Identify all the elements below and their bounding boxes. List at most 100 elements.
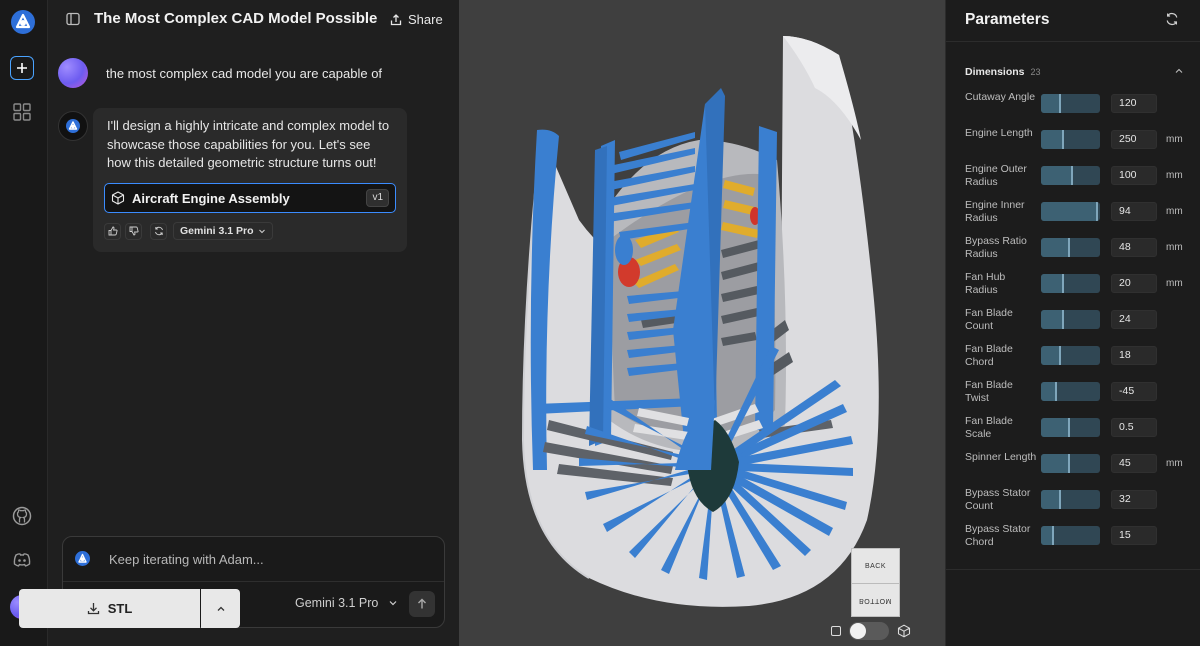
parameter-label: Bypass Stator Chord — [965, 523, 1031, 548]
user-message: the most complex cad model you are capab… — [58, 58, 382, 88]
parameter-value-input[interactable]: 32 — [1111, 490, 1157, 509]
section-label: Dimensions — [965, 66, 1025, 78]
parameter-slider[interactable] — [1041, 490, 1100, 509]
dimensions-section-header[interactable]: Dimensions 23 — [965, 66, 1041, 78]
export-stl-button[interactable]: STL — [19, 589, 200, 628]
parameter-slider[interactable] — [1041, 526, 1100, 545]
parameter-slider[interactable] — [1041, 382, 1100, 401]
parameter-unit: mm — [1166, 134, 1183, 145]
parameter-row: Bypass Ratio Radius 48 mm — [946, 235, 1200, 271]
slider-thumb[interactable] — [1059, 346, 1061, 365]
parameter-value-input[interactable]: 250 — [1111, 130, 1157, 149]
slider-fill — [1041, 418, 1069, 437]
parameter-row: Fan Blade Chord 18 — [946, 343, 1200, 379]
refresh-icon[interactable] — [1165, 12, 1179, 26]
parameter-label: Fan Blade Twist — [965, 379, 1013, 404]
message-model-selector[interactable]: Gemini 3.1 Pro — [173, 222, 273, 240]
slider-thumb[interactable] — [1059, 94, 1061, 113]
parameter-slider[interactable] — [1041, 166, 1100, 185]
slider-thumb[interactable] — [1096, 202, 1098, 221]
github-icon[interactable] — [12, 506, 32, 526]
parameter-slider[interactable] — [1041, 310, 1100, 329]
message-actions: Gemini 3.1 Pro — [104, 222, 273, 240]
parameter-slider[interactable] — [1041, 454, 1100, 473]
parameter-slider[interactable] — [1041, 94, 1100, 113]
slider-thumb[interactable] — [1068, 418, 1070, 437]
parameter-value-input[interactable]: 100 — [1111, 166, 1157, 185]
parameter-slider[interactable] — [1041, 202, 1100, 221]
slider-fill — [1041, 166, 1072, 185]
parameters-panel: Parameters Dimensions 23 Cutaway Angle 12… — [945, 0, 1200, 646]
perspective-cube-icon[interactable] — [897, 624, 911, 638]
parameter-value-input[interactable]: 0.5 — [1111, 418, 1157, 437]
user-message-avatar — [58, 58, 88, 88]
export-label: STL — [107, 601, 133, 616]
chevron-up-icon[interactable] — [1174, 66, 1184, 76]
thumbs-down-button[interactable] — [125, 222, 142, 240]
slider-thumb[interactable] — [1052, 526, 1054, 545]
slider-thumb[interactable] — [1062, 310, 1064, 329]
parameter-row: Engine Inner Radius 94 mm — [946, 199, 1200, 235]
slider-thumb[interactable] — [1055, 382, 1057, 401]
parameter-row: Spinner Length 45 mm — [946, 451, 1200, 487]
artifact-card[interactable]: Aircraft Engine Assembly v1 — [104, 183, 396, 213]
parameter-label: Fan Blade Scale — [965, 415, 1013, 440]
parameter-value-input[interactable]: -45 — [1111, 382, 1157, 401]
parameter-slider[interactable] — [1041, 274, 1100, 293]
parameter-value-input[interactable]: 15 — [1111, 526, 1157, 545]
view-cube-bottom-face[interactable]: BOTTOM — [852, 584, 899, 616]
parameter-value-input[interactable]: 120 — [1111, 94, 1157, 113]
parameter-value-input[interactable]: 24 — [1111, 310, 1157, 329]
parameter-value-input[interactable]: 48 — [1111, 238, 1157, 257]
parameter-unit: mm — [1166, 206, 1183, 217]
new-chat-button[interactable] — [10, 56, 34, 80]
parameter-slider[interactable] — [1041, 346, 1100, 365]
app-logo-icon[interactable] — [10, 9, 36, 35]
share-label: Share — [408, 12, 443, 27]
parameter-value-input[interactable]: 94 — [1111, 202, 1157, 221]
composer-model-selector[interactable]: Gemini 3.1 Pro — [295, 596, 398, 610]
projection-toggle[interactable] — [849, 622, 889, 640]
slider-thumb[interactable] — [1059, 490, 1061, 509]
slider-thumb[interactable] — [1071, 166, 1073, 185]
slider-fill — [1041, 238, 1069, 257]
view-cube-back-face[interactable]: BACK — [852, 549, 899, 584]
chat-header: The Most Complex CAD Model Possible Shar… — [48, 0, 459, 40]
slider-thumb[interactable] — [1062, 130, 1064, 149]
parameter-slider[interactable] — [1041, 130, 1100, 149]
slider-thumb[interactable] — [1068, 454, 1070, 473]
view-cube[interactable]: BACK BOTTOM — [851, 548, 900, 617]
send-button[interactable] — [409, 591, 435, 617]
assistant-avatar-icon — [58, 111, 88, 141]
artifact-version-badge[interactable]: v1 — [366, 189, 389, 207]
slider-thumb[interactable] — [1068, 238, 1070, 257]
thumbs-up-button[interactable] — [104, 222, 121, 240]
sidebar-toggle-icon[interactable] — [66, 12, 80, 26]
arrow-up-icon — [418, 598, 426, 609]
message-input[interactable] — [109, 549, 429, 569]
discord-icon[interactable] — [12, 550, 32, 570]
artifact-label: Aircraft Engine Assembly — [132, 190, 290, 206]
slider-fill — [1041, 274, 1063, 293]
share-button[interactable]: Share — [390, 12, 443, 27]
parameter-value-input[interactable]: 18 — [1111, 346, 1157, 365]
parameter-value-input[interactable]: 45 — [1111, 454, 1157, 473]
slider-thumb[interactable] — [1062, 274, 1064, 293]
parameter-row: Engine Outer Radius 100 mm — [946, 163, 1200, 199]
parameter-row: Fan Blade Twist -45 — [946, 379, 1200, 415]
parameter-row: Fan Blade Scale 0.5 — [946, 415, 1200, 451]
parameter-unit: mm — [1166, 458, 1183, 469]
gallery-grid-icon[interactable] — [12, 102, 32, 122]
orthographic-square-icon[interactable] — [831, 626, 841, 636]
share-icon — [390, 13, 402, 25]
cad-viewport[interactable]: BACK BOTTOM — [459, 0, 945, 646]
slider-fill — [1041, 346, 1060, 365]
regenerate-button[interactable] — [150, 222, 167, 240]
parameter-row: Fan Blade Count 24 — [946, 307, 1200, 343]
parameter-slider[interactable] — [1041, 418, 1100, 437]
slider-fill — [1041, 382, 1056, 401]
parameter-row: Fan Hub Radius 20 mm — [946, 271, 1200, 307]
parameter-value-input[interactable]: 20 — [1111, 274, 1157, 293]
parameter-slider[interactable] — [1041, 238, 1100, 257]
export-options-button[interactable] — [201, 589, 240, 628]
